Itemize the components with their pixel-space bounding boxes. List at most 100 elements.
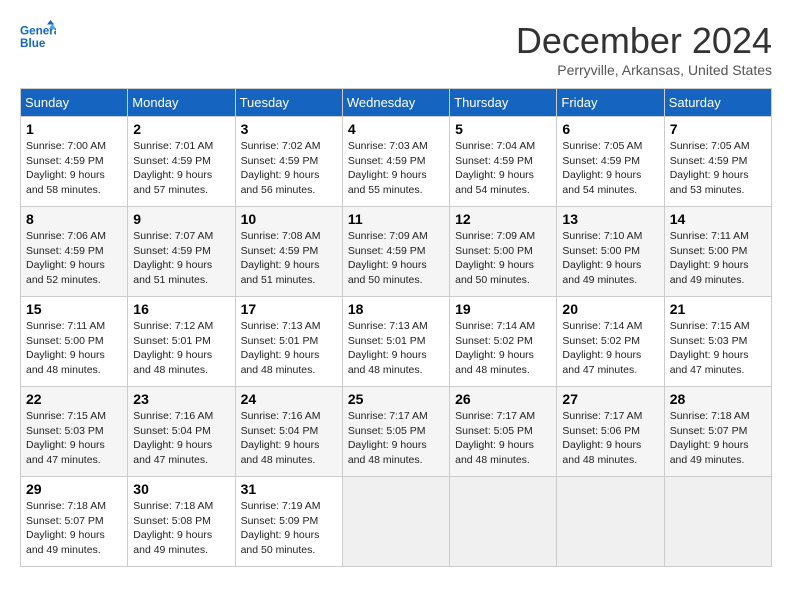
day-info: Sunrise: 7:15 AMSunset: 5:03 PMDaylight:… [670, 320, 750, 376]
day-info: Sunrise: 7:06 AMSunset: 4:59 PMDaylight:… [26, 230, 106, 286]
day-info: Sunrise: 7:17 AMSunset: 5:05 PMDaylight:… [348, 410, 428, 466]
table-row: 14 Sunrise: 7:11 AMSunset: 5:00 PMDaylig… [664, 207, 771, 297]
calendar-header-row: Sunday Monday Tuesday Wednesday Thursday… [21, 89, 772, 117]
day-number: 21 [670, 301, 766, 317]
day-number: 7 [670, 121, 766, 137]
table-row: 11 Sunrise: 7:09 AMSunset: 4:59 PMDaylig… [342, 207, 449, 297]
day-number: 1 [26, 121, 122, 137]
day-info: Sunrise: 7:00 AMSunset: 4:59 PMDaylight:… [26, 140, 106, 196]
day-info: Sunrise: 7:07 AMSunset: 4:59 PMDaylight:… [133, 230, 213, 286]
day-number: 18 [348, 301, 444, 317]
table-row: 21 Sunrise: 7:15 AMSunset: 5:03 PMDaylig… [664, 297, 771, 387]
day-number: 10 [241, 211, 337, 227]
header-tuesday: Tuesday [235, 89, 342, 117]
location: Perryville, Arkansas, United States [516, 62, 772, 78]
day-number: 12 [455, 211, 551, 227]
day-info: Sunrise: 7:16 AMSunset: 5:04 PMDaylight:… [133, 410, 213, 466]
table-row: 25 Sunrise: 7:17 AMSunset: 5:05 PMDaylig… [342, 387, 449, 477]
table-row: 3 Sunrise: 7:02 AMSunset: 4:59 PMDayligh… [235, 117, 342, 207]
svg-text:Blue: Blue [20, 37, 46, 50]
day-info: Sunrise: 7:18 AMSunset: 5:07 PMDaylight:… [670, 410, 750, 466]
table-row: 15 Sunrise: 7:11 AMSunset: 5:00 PMDaylig… [21, 297, 128, 387]
day-info: Sunrise: 7:13 AMSunset: 5:01 PMDaylight:… [348, 320, 428, 376]
table-row: 9 Sunrise: 7:07 AMSunset: 4:59 PMDayligh… [128, 207, 235, 297]
day-number: 2 [133, 121, 229, 137]
day-number: 26 [455, 391, 551, 407]
table-row: 29 Sunrise: 7:18 AMSunset: 5:07 PMDaylig… [21, 477, 128, 567]
header-monday: Monday [128, 89, 235, 117]
day-info: Sunrise: 7:03 AMSunset: 4:59 PMDaylight:… [348, 140, 428, 196]
table-row: 31 Sunrise: 7:19 AMSunset: 5:09 PMDaylig… [235, 477, 342, 567]
table-row: 10 Sunrise: 7:08 AMSunset: 4:59 PMDaylig… [235, 207, 342, 297]
day-info: Sunrise: 7:09 AMSunset: 5:00 PMDaylight:… [455, 230, 535, 286]
day-info: Sunrise: 7:17 AMSunset: 5:05 PMDaylight:… [455, 410, 535, 466]
day-info: Sunrise: 7:04 AMSunset: 4:59 PMDaylight:… [455, 140, 535, 196]
table-row: 23 Sunrise: 7:16 AMSunset: 5:04 PMDaylig… [128, 387, 235, 477]
day-info: Sunrise: 7:11 AMSunset: 5:00 PMDaylight:… [26, 320, 105, 376]
day-info: Sunrise: 7:02 AMSunset: 4:59 PMDaylight:… [241, 140, 321, 196]
calendar-table: Sunday Monday Tuesday Wednesday Thursday… [20, 88, 772, 567]
table-row: 20 Sunrise: 7:14 AMSunset: 5:02 PMDaylig… [557, 297, 664, 387]
table-row: 22 Sunrise: 7:15 AMSunset: 5:03 PMDaylig… [21, 387, 128, 477]
table-row: 24 Sunrise: 7:16 AMSunset: 5:04 PMDaylig… [235, 387, 342, 477]
day-info: Sunrise: 7:01 AMSunset: 4:59 PMDaylight:… [133, 140, 213, 196]
day-number: 5 [455, 121, 551, 137]
day-number: 3 [241, 121, 337, 137]
day-info: Sunrise: 7:19 AMSunset: 5:09 PMDaylight:… [241, 500, 321, 556]
table-row: 1 Sunrise: 7:00 AMSunset: 4:59 PMDayligh… [21, 117, 128, 207]
day-number: 31 [241, 481, 337, 497]
day-info: Sunrise: 7:05 AMSunset: 4:59 PMDaylight:… [670, 140, 750, 196]
day-number: 29 [26, 481, 122, 497]
day-info: Sunrise: 7:09 AMSunset: 4:59 PMDaylight:… [348, 230, 428, 286]
table-row [557, 477, 664, 567]
month-title: December 2024 [516, 20, 772, 62]
table-row: 7 Sunrise: 7:05 AMSunset: 4:59 PMDayligh… [664, 117, 771, 207]
day-info: Sunrise: 7:10 AMSunset: 5:00 PMDaylight:… [562, 230, 642, 286]
table-row: 17 Sunrise: 7:13 AMSunset: 5:01 PMDaylig… [235, 297, 342, 387]
day-number: 24 [241, 391, 337, 407]
day-number: 13 [562, 211, 658, 227]
table-row: 13 Sunrise: 7:10 AMSunset: 5:00 PMDaylig… [557, 207, 664, 297]
table-row: 12 Sunrise: 7:09 AMSunset: 5:00 PMDaylig… [450, 207, 557, 297]
header-friday: Friday [557, 89, 664, 117]
table-row: 6 Sunrise: 7:05 AMSunset: 4:59 PMDayligh… [557, 117, 664, 207]
day-number: 8 [26, 211, 122, 227]
day-info: Sunrise: 7:18 AMSunset: 5:08 PMDaylight:… [133, 500, 213, 556]
day-number: 20 [562, 301, 658, 317]
day-number: 11 [348, 211, 444, 227]
day-info: Sunrise: 7:14 AMSunset: 5:02 PMDaylight:… [562, 320, 642, 376]
day-info: Sunrise: 7:17 AMSunset: 5:06 PMDaylight:… [562, 410, 642, 466]
table-row: 5 Sunrise: 7:04 AMSunset: 4:59 PMDayligh… [450, 117, 557, 207]
day-number: 27 [562, 391, 658, 407]
day-info: Sunrise: 7:13 AMSunset: 5:01 PMDaylight:… [241, 320, 321, 376]
table-row: 19 Sunrise: 7:14 AMSunset: 5:02 PMDaylig… [450, 297, 557, 387]
title-section: December 2024 Perryville, Arkansas, Unit… [516, 20, 772, 78]
table-row: 2 Sunrise: 7:01 AMSunset: 4:59 PMDayligh… [128, 117, 235, 207]
day-number: 6 [562, 121, 658, 137]
header-sunday: Sunday [21, 89, 128, 117]
day-info: Sunrise: 7:15 AMSunset: 5:03 PMDaylight:… [26, 410, 106, 466]
day-number: 23 [133, 391, 229, 407]
table-row: 18 Sunrise: 7:13 AMSunset: 5:01 PMDaylig… [342, 297, 449, 387]
page-header: General Blue December 2024 Perryville, A… [20, 20, 772, 78]
day-info: Sunrise: 7:11 AMSunset: 5:00 PMDaylight:… [670, 230, 749, 286]
day-number: 19 [455, 301, 551, 317]
table-row: 8 Sunrise: 7:06 AMSunset: 4:59 PMDayligh… [21, 207, 128, 297]
day-info: Sunrise: 7:08 AMSunset: 4:59 PMDaylight:… [241, 230, 321, 286]
table-row [664, 477, 771, 567]
day-number: 22 [26, 391, 122, 407]
table-row: 26 Sunrise: 7:17 AMSunset: 5:05 PMDaylig… [450, 387, 557, 477]
logo: General Blue [20, 20, 56, 56]
day-info: Sunrise: 7:16 AMSunset: 5:04 PMDaylight:… [241, 410, 321, 466]
table-row [450, 477, 557, 567]
header-thursday: Thursday [450, 89, 557, 117]
header-wednesday: Wednesday [342, 89, 449, 117]
table-row: 16 Sunrise: 7:12 AMSunset: 5:01 PMDaylig… [128, 297, 235, 387]
day-info: Sunrise: 7:18 AMSunset: 5:07 PMDaylight:… [26, 500, 106, 556]
day-number: 16 [133, 301, 229, 317]
day-info: Sunrise: 7:05 AMSunset: 4:59 PMDaylight:… [562, 140, 642, 196]
table-row: 27 Sunrise: 7:17 AMSunset: 5:06 PMDaylig… [557, 387, 664, 477]
day-number: 17 [241, 301, 337, 317]
day-number: 9 [133, 211, 229, 227]
day-number: 25 [348, 391, 444, 407]
